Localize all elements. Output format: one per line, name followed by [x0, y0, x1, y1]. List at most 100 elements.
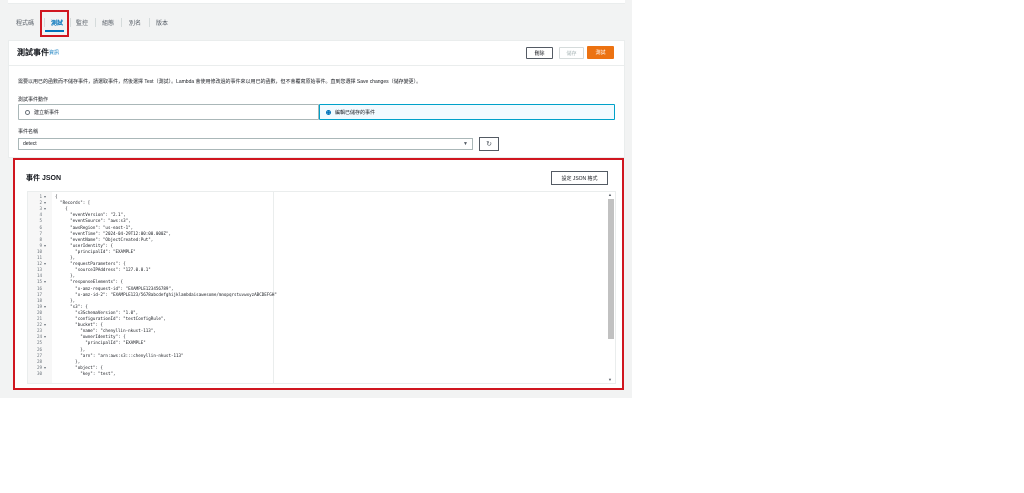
- description-text: 需要以用已的函數而不儲存事件，請選取事件，然後選擇 Test（測試）。Lambd…: [18, 79, 422, 85]
- code-line: "configurationId": "testConfigRule",: [55, 316, 166, 321]
- line-number: 30: [36, 370, 42, 376]
- code-line: "arn": "arn:aws:s3:::chenyllin-nkust-113…: [55, 352, 184, 358]
- line-number: 28: [36, 358, 42, 364]
- code-line: "ownerIdentity": {: [55, 334, 126, 340]
- line-number: 26: [36, 346, 42, 352]
- code-line: "awsRegion": "us-east-1",: [55, 224, 134, 230]
- code-line: "Records": [: [55, 200, 91, 206]
- fold-toggle-icon[interactable]: ▾: [44, 243, 46, 248]
- radio-off-icon: [25, 109, 30, 115]
- line-number: 27: [36, 352, 42, 358]
- json-code-editor[interactable]: 1 ▾{2 ▾ "Records": [3 ▾ {4 "eventVersion": …: [27, 191, 616, 384]
- code-line: {: [55, 194, 58, 199]
- fold-toggle-icon[interactable]: ▾: [44, 322, 46, 327]
- line-number: 15: [36, 279, 42, 285]
- top-divider: [8, 0, 625, 4]
- tab-divider: [95, 18, 96, 27]
- create-new-event-option[interactable]: 建立新事件: [18, 104, 319, 120]
- code-line: },: [55, 273, 76, 279]
- code-line: },: [55, 346, 86, 352]
- format-json-button[interactable]: 設定 JSON 格式: [551, 171, 608, 185]
- line-number: 23: [36, 328, 42, 334]
- line-number: 11: [36, 255, 42, 260]
- scroll-down-arrow-icon[interactable]: ▼: [608, 377, 612, 382]
- option-new-label: 建立新事件: [34, 109, 60, 116]
- info-link[interactable]: 資訊: [49, 49, 59, 56]
- fold-toggle-icon[interactable]: ▾: [44, 206, 46, 211]
- line-number: 21: [36, 316, 42, 321]
- scrollbar-thumb[interactable]: [608, 199, 614, 339]
- code-line: "sourceIPAddress": "127.0.0.1": [55, 267, 151, 273]
- event-name-value: detect: [23, 141, 37, 147]
- code-line: },: [55, 297, 76, 303]
- line-number: 3: [39, 206, 42, 212]
- line-number: 20: [36, 309, 42, 315]
- code-line: "eventTime": "2024-04-29T12:00:00.000Z",: [55, 230, 171, 236]
- fold-toggle-icon[interactable]: ▾: [44, 194, 46, 199]
- line-number: 4: [39, 212, 42, 218]
- delete-button[interactable]: 刪除: [526, 47, 553, 59]
- code-line: "eventVersion": "2.1",: [55, 212, 126, 218]
- tab-versions[interactable]: 版本: [151, 10, 173, 34]
- line-number: 6: [39, 224, 42, 230]
- code-line: "eventSource": "aws:s3",: [55, 218, 131, 224]
- event-name-label: 事件名稱: [18, 129, 39, 135]
- refresh-icon: ↻: [486, 141, 492, 148]
- tab-divider: [121, 18, 122, 27]
- line-number: 16: [36, 285, 42, 291]
- edit-saved-event-option[interactable]: 編輯已儲存的事件: [319, 104, 615, 120]
- tab-aliases[interactable]: 別名: [123, 10, 147, 34]
- tab-configuration[interactable]: 組態: [97, 10, 119, 34]
- event-action-label: 測試事件動作: [18, 97, 49, 103]
- code-line: {: [55, 206, 68, 212]
- line-number: 22: [36, 322, 42, 328]
- refresh-button[interactable]: ↻: [479, 137, 499, 151]
- fold-toggle-icon[interactable]: ▾: [44, 261, 46, 266]
- card-title: 測試事件: [17, 48, 49, 57]
- line-number: 18: [36, 297, 42, 303]
- card-header: 測試事件 資訊 刪除 儲存 測試: [9, 41, 624, 66]
- line-number: 12: [36, 261, 42, 267]
- function-tabs: 程式碼 測試 監控 組態 別名 版本: [8, 10, 625, 36]
- code-line: "x-amz-request-id": "EXAMPLE123456789",: [55, 285, 174, 291]
- fold-toggle-icon[interactable]: ▾: [44, 304, 46, 309]
- editor-scrollbar[interactable]: ▲ ▼: [608, 192, 614, 382]
- radio-on-icon: [326, 109, 331, 115]
- fold-toggle-icon[interactable]: ▾: [44, 279, 46, 284]
- code-line: },: [55, 255, 76, 260]
- line-number: 19: [36, 303, 42, 309]
- line-number: 7: [39, 230, 42, 236]
- tab-highlight-box: [40, 10, 69, 37]
- test-button[interactable]: 測試: [587, 46, 614, 59]
- code-line: },: [55, 358, 81, 364]
- option-edit-label: 編輯已儲存的事件: [335, 109, 376, 116]
- scroll-up-arrow-icon[interactable]: ▲: [608, 192, 612, 197]
- fold-toggle-icon[interactable]: ▾: [44, 365, 46, 370]
- code-line: "s3": {: [55, 303, 88, 309]
- code-line: "bucket": {: [55, 322, 103, 328]
- lambda-test-panel: 程式碼 測試 監控 組態 別名 版本 測試事件 資訊 刪除 儲存 測試 需要以用…: [0, 0, 632, 398]
- code-line: "name": "chenyllin-nkust-113",: [55, 328, 156, 334]
- line-number: 2: [39, 200, 42, 206]
- line-number: 17: [36, 291, 42, 297]
- tab-code[interactable]: 程式碼: [8, 10, 42, 34]
- line-number: 9: [39, 242, 42, 248]
- code-line: "eventName": "ObjectCreated:Put",: [55, 236, 154, 242]
- code-line: "principalId": "EXAMPLE": [55, 340, 146, 346]
- fold-toggle-icon[interactable]: ▾: [44, 334, 46, 339]
- code-line: "requestParameters": {: [55, 261, 126, 267]
- line-number: 8: [39, 236, 42, 242]
- code-line: "principalId": "EXAMPLE": [55, 248, 136, 254]
- tab-monitor[interactable]: 監控: [71, 10, 93, 34]
- print-margin-line: [273, 192, 274, 383]
- test-event-card: 測試事件 資訊 刪除 儲存 測試 需要以用已的函數而不儲存事件，請選取事件，然後…: [8, 40, 625, 158]
- event-name-select[interactable]: detect ▼: [18, 138, 473, 150]
- code-line: "object": {: [55, 364, 103, 370]
- code-line: "key": "test",: [55, 370, 116, 376]
- code-line: "responseElements": {: [55, 279, 124, 285]
- line-number: 10: [36, 248, 42, 254]
- line-number: 24: [36, 334, 42, 340]
- code-line: "x-amz-id-2": "EXAMPLE123/5678abcdefghij…: [55, 291, 277, 297]
- fold-toggle-icon[interactable]: ▾: [44, 200, 46, 205]
- save-button[interactable]: 儲存: [559, 47, 584, 59]
